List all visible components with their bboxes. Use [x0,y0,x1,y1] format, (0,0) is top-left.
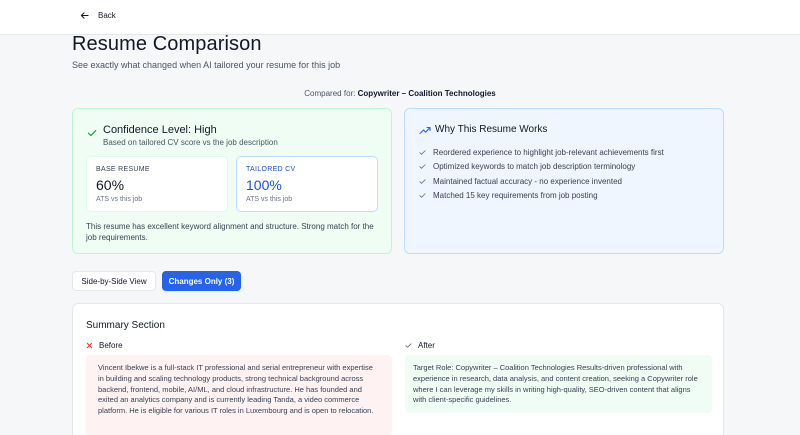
tailored-score-label: TAILORED CV [246,166,296,173]
check-icon [419,164,426,170]
why-item-text: Optimized keywords to match job descript… [433,162,636,172]
why-list: Reordered experience to highlight job-re… [419,145,664,203]
tailored-score-note: ATS vs this job [246,196,293,203]
check-icon [87,130,97,137]
before-text: Vincent Ibekwe is a full-stack IT profes… [86,355,392,435]
why-item: Maintained factual accuracy - no experie… [419,174,664,189]
after-label: After [418,341,435,350]
why-item: Matched 15 key requirements from job pos… [419,189,664,204]
why-title: Why This Resume Works [435,124,548,135]
why-card: Why This Resume Works Reordered experien… [404,108,724,254]
top-bar: Back [0,0,800,35]
base-score-note: ATS vs this job [96,196,143,203]
base-resume-score: BASE RESUME 60% ATS vs this job [86,156,228,212]
tailored-cv-score: TAILORED CV 100% ATS vs this job [236,156,378,212]
page-title: Resume Comparison [72,33,262,55]
x-icon [86,342,93,349]
check-icon [419,193,426,199]
confidence-card: Confidence Level: High Based on tailored… [72,108,392,254]
base-score-value: 60% [96,177,125,193]
after-header: After [405,341,435,350]
page-subtitle: See exactly what changed when AI tailore… [72,60,341,70]
side-by-side-view-button[interactable]: Side-by-Side View [72,271,156,291]
compared-prefix: Compared for: [304,89,356,98]
why-item-text: Matched 15 key requirements from job pos… [433,191,598,201]
back-button[interactable]: Back [80,11,116,20]
check-icon [419,150,426,155]
arrow-left-icon [80,12,89,19]
compared-job: Copywriter – Coalition Technologies [357,89,496,98]
check-icon [419,179,426,184]
after-text: Target Role: Copywriter – Coalition Tech… [405,355,712,413]
trending-up-icon [419,126,431,135]
why-item-text: Reordered experience to highlight job-re… [433,147,664,157]
before-header: Before [86,341,123,350]
why-item-text: Maintained factual accuracy - no experie… [433,176,622,186]
before-label: Before [99,341,123,350]
back-label: Back [98,11,116,20]
confidence-description: This resume has excellent keyword alignm… [86,222,374,242]
why-item: Optimized keywords to match job descript… [419,160,664,175]
summary-section-card: Summary Section Before After Vincent Ibe… [72,303,724,435]
confidence-subtitle: Based on tailored CV score vs the job de… [103,138,278,147]
base-score-label: BASE RESUME [96,166,150,173]
check-icon [405,343,412,348]
tailored-score-value: 100% [246,177,282,193]
changes-only-button[interactable]: Changes Only (3) [162,271,241,291]
why-item: Reordered experience to highlight job-re… [419,145,664,160]
compared-for: Compared for: Copywriter – Coalition Tec… [0,89,800,98]
summary-section-title: Summary Section [86,320,165,331]
confidence-title: Confidence Level: High [103,124,217,136]
